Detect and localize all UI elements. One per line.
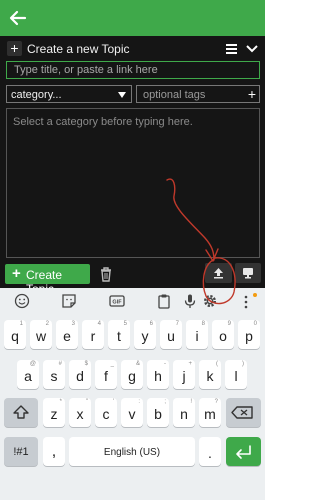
key-o[interactable]: 9o [212,320,234,349]
key-f[interactable]: _ f [95,360,117,389]
key-s[interactable]: # s [43,360,65,389]
notification-dot [253,293,257,297]
key-v[interactable]: :v [121,398,143,427]
emoji-icon[interactable] [14,293,30,309]
shift-icon [13,405,29,419]
add-tag-icon[interactable]: + [248,87,256,101]
create-topic-button[interactable]: + Create Topic [5,264,90,296]
space-bar[interactable]: English (US) [69,437,195,466]
key-t[interactable]: 5t [108,320,130,349]
key-p[interactable]: 0p [238,320,260,349]
gif-label: GIF [112,299,122,305]
tags-placeholder: optional tags [143,89,206,101]
gif-icon[interactable]: GIF [109,293,125,309]
caret-down-icon [118,92,126,98]
key-y[interactable]: 6y [134,320,156,349]
sticker-icon[interactable] [61,293,77,309]
key-l[interactable]: ) l [225,360,247,389]
key-g[interactable]: & g [121,360,143,389]
key-x[interactable]: " x [69,398,91,427]
key-h[interactable]: -h [147,360,169,389]
key-z[interactable]: * z [43,398,65,427]
category-select[interactable]: category... [6,85,132,103]
key-c[interactable]: ' c [95,398,117,427]
keyboard-toolbar: GIF [0,288,265,314]
settings-icon[interactable] [202,293,218,309]
microphone-icon[interactable] [182,293,198,309]
composer-header: + Create a new Topic [0,38,265,60]
app-bar [0,0,265,36]
key-i[interactable]: 8i [186,320,208,349]
body-placeholder: Select a category before typing here. [13,116,193,128]
category-value: category... [11,89,62,101]
key-u[interactable]: 7u [160,320,182,349]
key-comma[interactable]: , [43,437,65,466]
arrow-left-icon[interactable] [8,8,28,28]
backspace-icon [231,406,253,419]
preview-button[interactable] [235,263,261,283]
plus-icon[interactable]: + [7,41,22,56]
topic-composer: + Create a new Topic category... optiona… [0,36,265,296]
more-icon[interactable] [243,294,249,310]
key-q[interactable]: 1q [4,320,26,349]
enter-icon [236,445,251,459]
key-e[interactable]: 3e [56,320,78,349]
key-w[interactable]: 2w [30,320,52,349]
upload-icon [214,268,223,279]
key-d[interactable]: $ d [69,360,91,389]
key-period[interactable]: . [199,437,221,466]
key-r[interactable]: 4r [82,320,104,349]
composer-title: Create a new Topic [27,42,130,56]
key-n[interactable]: ! n [173,398,195,427]
chevron-down-icon[interactable] [246,44,258,54]
on-screen-keyboard: GIF 1q 2w 3e 4r 5t 6y 7u 8i 9o 0p @ a # s … [0,288,265,500]
key-k[interactable]: (k [199,360,221,389]
key-a[interactable]: @ a [17,360,39,389]
enter-key[interactable] [226,437,261,466]
key-j[interactable]: + j [173,360,195,389]
key-b[interactable]: ; b [147,398,169,427]
clipboard-icon[interactable] [156,293,172,309]
backspace-key[interactable] [226,398,261,427]
symbols-key[interactable]: !#1 [4,437,38,466]
title-input[interactable] [6,61,260,79]
key-m[interactable]: ? m [199,398,221,427]
body-textarea[interactable]: Select a category before typing here. [6,108,260,258]
trash-icon[interactable] [99,266,113,282]
preview-icon [243,268,253,279]
shift-key[interactable] [4,398,38,427]
menu-icon[interactable] [226,44,237,54]
tags-input[interactable]: optional tags + [136,85,260,103]
plus-icon: + [12,265,21,282]
upload-button[interactable] [205,263,232,283]
